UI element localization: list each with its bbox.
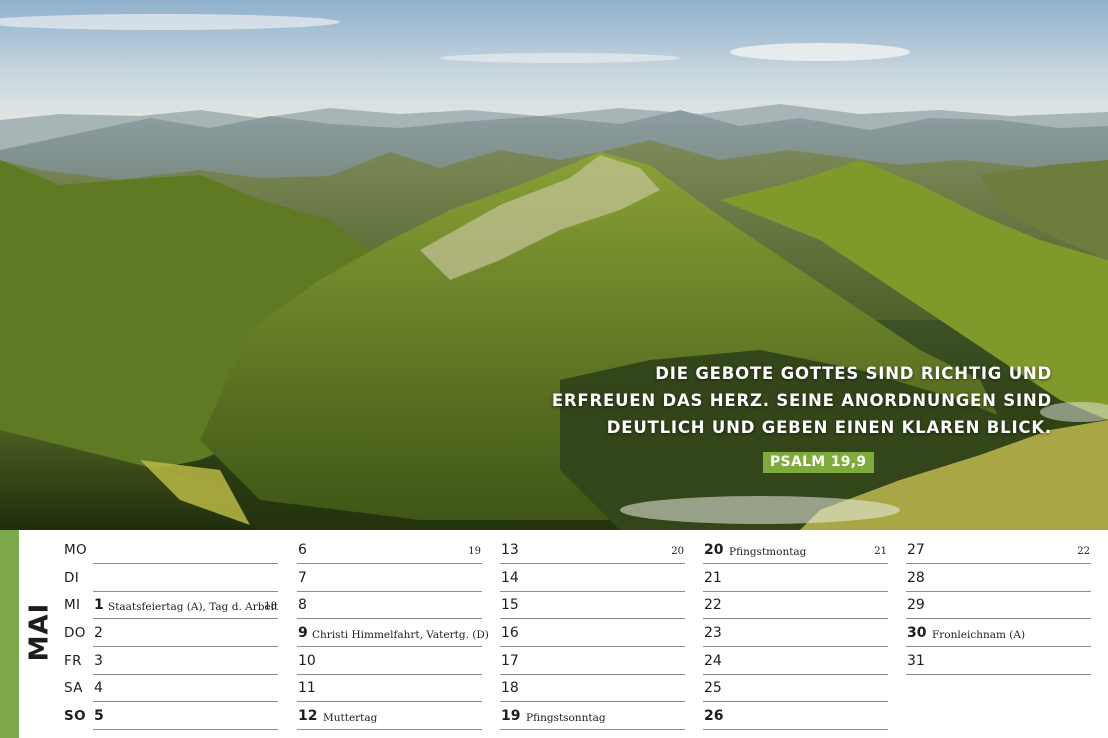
quote-line-3: deutlich und geben einen klaren Blick. <box>606 418 1052 437</box>
day-number: 21 <box>704 570 722 586</box>
accent-bar <box>0 530 19 738</box>
week-number: 20 <box>671 546 684 557</box>
calendar-day-cell: 18 <box>500 676 685 702</box>
calendar-day-cell: 6 19 <box>297 538 482 564</box>
weekday-label: MI <box>64 597 81 613</box>
calendar-day-cell: 13 20 <box>500 538 685 564</box>
week-number: 18 <box>264 601 277 612</box>
holiday-label: Fronleichnam (A) <box>932 629 1026 641</box>
weekday-label: SA <box>64 680 83 696</box>
calendar-day-cell: 17 <box>500 649 685 675</box>
calendar-day-cell: 24 <box>703 649 888 675</box>
month-name: MAI <box>24 602 55 662</box>
holiday-label: Pfingstsonntag <box>526 712 606 724</box>
weekday-label: FR <box>64 653 82 669</box>
calendar-day-cell: 22 <box>703 593 888 619</box>
calendar-day-cell: 7 <box>297 566 482 592</box>
calendar-day-cell: 5 <box>93 704 278 730</box>
holiday-label: Staatsfeiertag (A), Tag d. Arbeit <box>108 601 279 613</box>
mountain-landscape-photo: Die Gebote Gottes sind richtig und erfre… <box>0 0 1108 530</box>
weekday-label: MO <box>64 542 88 558</box>
day-number: 19 <box>501 708 521 724</box>
day-number: 15 <box>501 597 519 613</box>
quote-source-badge: PSALM 19,9 <box>763 452 875 473</box>
day-number: 27 <box>907 542 925 558</box>
calendar-day-cell: 21 <box>703 566 888 592</box>
day-number: 5 <box>94 708 104 724</box>
day-number: 31 <box>907 653 925 669</box>
week-number: 21 <box>874 546 887 557</box>
day-number: 18 <box>501 680 519 696</box>
day-number: 25 <box>704 680 722 696</box>
calendar-day-cell: 15 <box>500 593 685 619</box>
calendar-day-cell: 28 <box>906 566 1091 592</box>
day-number: 1 <box>94 597 104 613</box>
calendar-day-cell: 4 <box>93 676 278 702</box>
quote-line-1: Die Gebote Gottes sind richtig und <box>655 364 1052 383</box>
weekday-label: DO <box>64 625 86 641</box>
day-number: 8 <box>298 597 307 613</box>
calendar-day-cell: 16 <box>500 621 685 647</box>
day-number: 28 <box>907 570 925 586</box>
day-number: 26 <box>704 708 724 724</box>
calendar-day-cell: 29 <box>906 593 1091 619</box>
day-number: 10 <box>298 653 316 669</box>
calendar-day-cell <box>93 538 278 564</box>
day-number: 3 <box>94 653 103 669</box>
day-number: 23 <box>704 625 722 641</box>
day-number: 13 <box>501 542 519 558</box>
calendar-day-cell: 8 <box>297 593 482 619</box>
day-number: 4 <box>94 680 103 696</box>
calendar-day-cell: 3 <box>93 649 278 675</box>
month-label: MAI <box>24 596 54 668</box>
calendar-day-cell: 27 22 <box>906 538 1091 564</box>
calendar-day-cell: 19 Pfingstsonntag <box>500 704 685 730</box>
day-number: 22 <box>704 597 722 613</box>
day-number: 30 <box>907 625 927 641</box>
calendar-day-cell: 1 Staatsfeiertag (A), Tag d. Arbeit 18 <box>93 593 278 619</box>
mountain-illustration <box>0 0 1108 530</box>
calendar-day-cell: 20 Pfingstmontag 21 <box>703 538 888 564</box>
day-number: 20 <box>704 542 724 558</box>
calendar-day-cell: 10 <box>297 649 482 675</box>
day-number: 6 <box>298 542 307 558</box>
day-number: 2 <box>94 625 103 641</box>
calendar-day-cell: 31 <box>906 649 1091 675</box>
week-number: 19 <box>468 546 481 557</box>
day-number: 29 <box>907 597 925 613</box>
day-number: 9 <box>298 625 308 641</box>
calendar-day-cell: 11 <box>297 676 482 702</box>
calendar-day-cell <box>93 566 278 592</box>
calendar-day-cell: 26 <box>703 704 888 730</box>
day-number: 14 <box>501 570 519 586</box>
day-number: 24 <box>704 653 722 669</box>
day-number: 11 <box>298 680 316 696</box>
weekday-label: SO <box>64 708 86 724</box>
calendar-day-cell: 2 <box>93 621 278 647</box>
calendar-day-cell: 12 Muttertag <box>297 704 482 730</box>
day-number: 7 <box>298 570 307 586</box>
day-number: 12 <box>298 708 318 724</box>
week-number: 22 <box>1077 546 1090 557</box>
calendar-day-cell: 9 Christi Himmelfahrt, Vatertg. (D) <box>297 621 489 647</box>
bible-quote: Die Gebote Gottes sind richtig und erfre… <box>532 360 1052 441</box>
holiday-label: Pfingstmontag <box>729 546 807 558</box>
calendar-day-cell: 23 <box>703 621 888 647</box>
calendar-day-cell: 25 <box>703 676 888 702</box>
weekday-label: DI <box>64 570 80 586</box>
day-number: 17 <box>501 653 519 669</box>
calendar-day-cell: 30 Fronleichnam (A) <box>906 621 1091 647</box>
calendar-day-cell: 14 <box>500 566 685 592</box>
holiday-label: Muttertag <box>323 712 378 724</box>
holiday-label: Christi Himmelfahrt, Vatertg. (D) <box>312 629 489 641</box>
quote-line-2: erfreuen das Herz. Seine Anordnungen sin… <box>551 391 1052 410</box>
day-number: 16 <box>501 625 519 641</box>
